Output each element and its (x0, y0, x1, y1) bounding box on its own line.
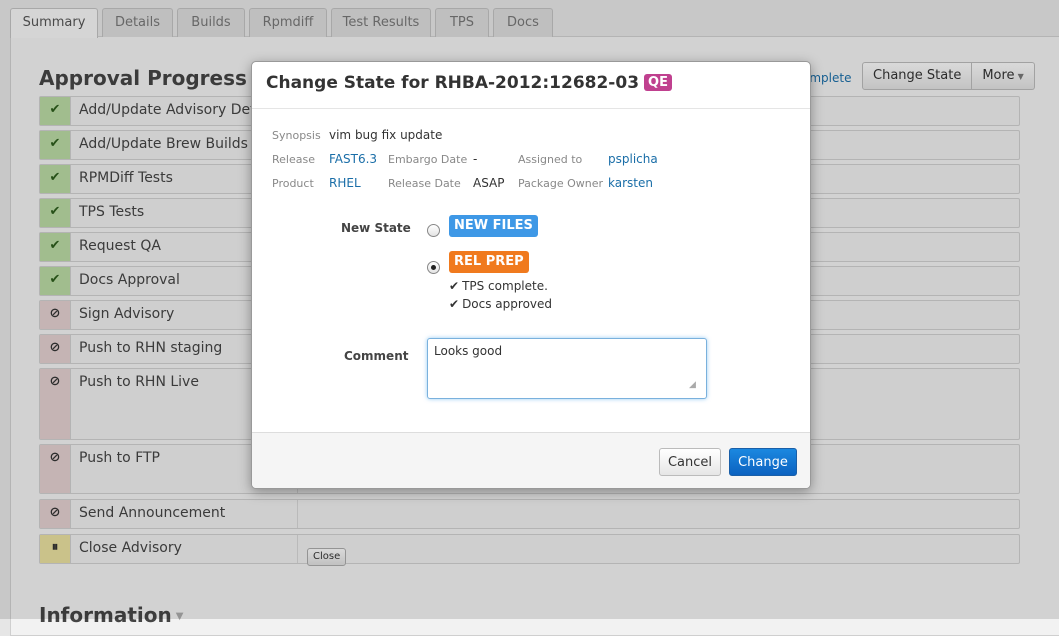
resize-handle-icon[interactable]: ◢ (689, 380, 696, 390)
check-icon: ✔ (449, 279, 460, 293)
new-state-label: New State (341, 221, 411, 235)
check-icon: ✔ (449, 297, 460, 311)
assigned-to-label: Assigned to (518, 153, 583, 166)
rel-prep-radio[interactable] (427, 261, 440, 274)
dialog-title: Change State for RHBA-2012:12682-03 QE (266, 73, 672, 93)
change-state-dialog: Change State for RHBA-2012:12682-03 QE Sy… (251, 61, 811, 489)
new-files-state-badge[interactable]: NEW FILES (449, 215, 538, 237)
synopsis-value: vim bug fix update (329, 128, 443, 142)
comment-textarea[interactable]: Looks good (427, 338, 707, 399)
release-link[interactable]: FAST6.3 (329, 152, 377, 166)
comment-label: Comment (344, 349, 409, 363)
dialog-header: Change State for RHBA-2012:12682-03 QE (252, 62, 810, 109)
condition-item: ✔ TPS complete. (449, 279, 548, 293)
embargo-date-label: Embargo Date (388, 153, 468, 166)
product-link[interactable]: RHEL (329, 176, 361, 190)
condition-item: ✔ Docs approved (449, 297, 553, 311)
synopsis-label: Synopsis (272, 129, 321, 142)
new-files-radio[interactable] (427, 224, 440, 237)
dialog-footer: Cancel Change (252, 432, 810, 488)
package-owner-label: Package Owner (518, 177, 604, 190)
package-owner-link[interactable]: karsten (608, 176, 653, 190)
product-label: Product (272, 177, 314, 190)
cancel-button[interactable]: Cancel (659, 448, 721, 476)
release-date-value: ASAP (473, 176, 505, 190)
release-label: Release (272, 153, 315, 166)
rel-prep-state-badge[interactable]: REL PREP (449, 251, 529, 273)
qe-badge: QE (644, 74, 672, 91)
release-date-label: Release Date (388, 177, 461, 190)
change-button[interactable]: Change (729, 448, 797, 476)
embargo-date-value: - (473, 152, 478, 166)
assigned-to-link[interactable]: psplicha (608, 152, 658, 166)
